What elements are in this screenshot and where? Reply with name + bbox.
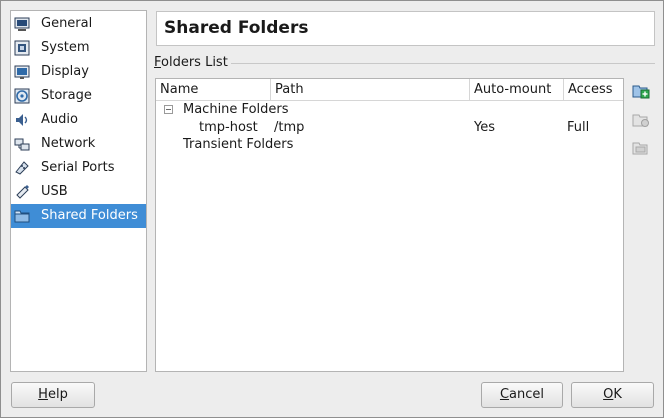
sidebar-item-shared-folders[interactable]: Shared Folders [11,204,146,228]
sidebar-item-label: Storage [41,88,92,103]
sidebar-item-label: USB [41,184,68,199]
sidebar-item-label: Serial Ports [41,160,115,175]
cancel-accel: C [499,387,510,402]
column-header-auto-mount[interactable]: Auto-mount [470,79,564,101]
sidebar-item-usb[interactable]: USB [11,180,146,204]
sidebar-item-label: Shared Folders [41,208,138,223]
folder-access: Full [567,120,590,135]
sidebar-item-label: System [41,40,90,55]
folders-list-label: Folders List [154,55,228,70]
page-header: Shared Folders [156,11,655,46]
settings-dialog: General System Display Storage Audio Net… [0,0,664,418]
group-divider [231,63,655,64]
folders-list-label-text: olders List [161,55,228,70]
sidebar-item-storage[interactable]: Storage [11,84,146,108]
column-header-access[interactable]: Access [564,79,623,101]
sidebar-item-system[interactable]: System [11,36,146,60]
sidebar-item-label: General [41,16,93,31]
sidebar-item-display[interactable]: Display [11,60,146,84]
folder-auto-mount: Yes [474,120,495,135]
folders-list-accel: F [154,55,162,70]
system-icon [14,40,30,56]
sidebar-item-label: Display [41,64,89,79]
sidebar-item-label: Network [41,136,96,151]
column-header-name[interactable]: Name [156,79,271,101]
storage-icon [14,88,30,104]
add-folder-icon[interactable] [632,82,650,100]
audio-icon [16,114,28,126]
shared-folders-icon [14,210,30,223]
cancel-label: ancel [509,387,545,402]
collapse-toggle[interactable] [164,105,173,114]
folder-name: tmp-host [199,120,258,135]
sidebar-item-label: Audio [41,112,78,127]
sidebar-item-serial-ports[interactable]: Serial Ports [11,156,146,180]
sidebar-item-audio[interactable]: Audio [11,108,146,132]
help-button[interactable]: Help [11,382,95,408]
group-machine-folders[interactable]: Machine Folders [183,102,289,117]
settings-sidebar: General System Display Storage Audio Net… [10,10,147,372]
group-transient-folders[interactable]: Transient Folders [183,137,293,152]
page-title: Shared Folders [164,18,309,38]
folder-path: /tmp [274,120,305,135]
edit-folder-icon[interactable] [632,111,650,129]
serial-ports-icon [15,161,29,175]
sidebar-item-network[interactable]: Network [11,132,146,156]
display-icon [14,65,30,79]
ok-button[interactable]: OK [571,382,654,408]
cancel-button[interactable]: Cancel [481,382,563,408]
folders-table[interactable]: Name Path Auto-mount Access Machine Fold… [155,78,624,372]
ok-accel: O [603,387,614,402]
usb-icon [16,185,29,199]
sidebar-item-general[interactable]: General [11,12,146,36]
column-header-path[interactable]: Path [271,79,470,101]
ok-label: K [613,387,622,402]
help-accel: H [38,387,48,402]
network-icon [14,138,30,151]
remove-folder-icon[interactable] [632,139,650,157]
help-label: elp [47,387,68,402]
general-icon [14,17,30,31]
